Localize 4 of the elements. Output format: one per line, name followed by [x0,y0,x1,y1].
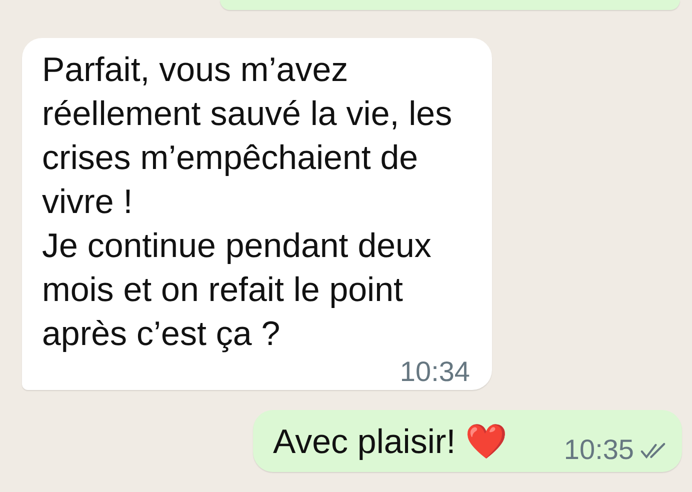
message-text: Parfait, vous m’avez réellement sauvé la vie, les crises m’empêchaient de vivre ! Je continue pendant deux mois et on refait le point après c’est ça ? [42,50,454,355]
message-text: Avec plaisir! ❤ [273,422,508,463]
message-time: 10:34 [400,356,470,388]
message-time: 10:35 [564,434,634,466]
